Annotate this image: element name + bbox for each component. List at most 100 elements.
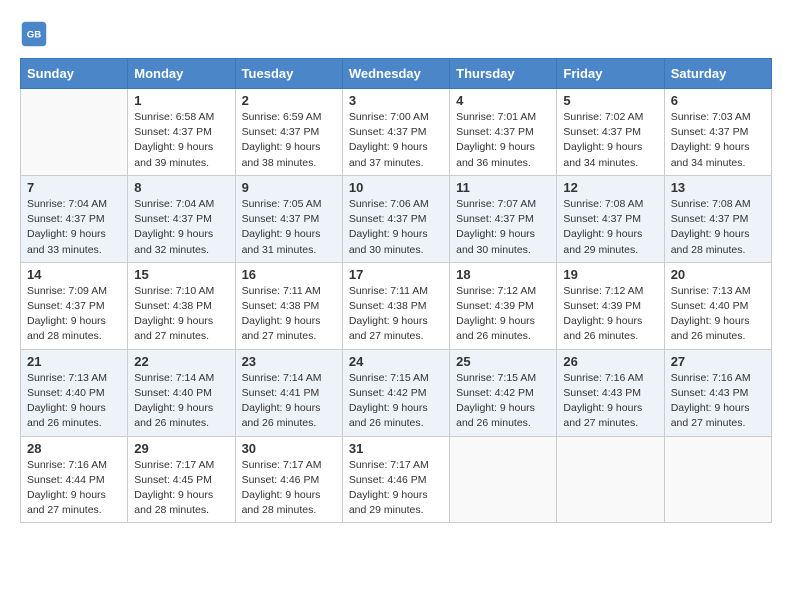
calendar-cell: 16 Sunrise: 7:11 AM Sunset: 4:38 PM Dayli…: [235, 262, 342, 349]
day-info: Sunrise: 7:13 AM Sunset: 4:40 PM Dayligh…: [27, 371, 121, 432]
day-number: 29: [134, 441, 228, 456]
day-info: Sunrise: 6:58 AM Sunset: 4:37 PM Dayligh…: [134, 110, 228, 171]
day-number: 2: [242, 93, 336, 108]
day-number: 16: [242, 267, 336, 282]
calendar-cell: 11 Sunrise: 7:07 AM Sunset: 4:37 PM Dayli…: [450, 175, 557, 262]
calendar-cell: 28Sunrise: 7:16 AM Sunset: 4:44 PM Dayli…: [21, 436, 128, 523]
day-info: Sunrise: 7:17 AM Sunset: 4:46 PM Dayligh…: [349, 458, 443, 519]
calendar-cell: 25Sunrise: 7:15 AM Sunset: 4:42 PM Dayli…: [450, 349, 557, 436]
day-number: 17: [349, 267, 443, 282]
day-number: 27: [671, 354, 765, 369]
logo-icon: GB: [20, 20, 48, 48]
day-number: 1: [134, 93, 228, 108]
calendar-cell: 30Sunrise: 7:17 AM Sunset: 4:46 PM Dayli…: [235, 436, 342, 523]
day-info: Sunrise: 6:59 AM Sunset: 4:37 PM Dayligh…: [242, 110, 336, 171]
logo: GB: [20, 20, 52, 48]
day-info: Sunrise: 7:15 AM Sunset: 4:42 PM Dayligh…: [349, 371, 443, 432]
calendar-cell: 12 Sunrise: 7:08 AM Sunset: 4:37 PM Dayli…: [557, 175, 664, 262]
calendar-cell: 17 Sunrise: 7:11 AM Sunset: 4:38 PM Dayli…: [342, 262, 449, 349]
calendar-cell: [450, 436, 557, 523]
calendar-cell: 21 Sunrise: 7:13 AM Sunset: 4:40 PM Dayli…: [21, 349, 128, 436]
calendar-cell: 13 Sunrise: 7:08 AM Sunset: 4:37 PM Dayli…: [664, 175, 771, 262]
day-info: Sunrise: 7:12 AM Sunset: 4:39 PM Dayligh…: [563, 284, 657, 345]
day-number: 13: [671, 180, 765, 195]
day-number: 19: [563, 267, 657, 282]
calendar-cell: 26 Sunrise: 7:16 AM Sunset: 4:43 PM Dayli…: [557, 349, 664, 436]
calendar-cell: 31 Sunrise: 7:17 AM Sunset: 4:46 PM Dayli…: [342, 436, 449, 523]
calendar-week-2: 7 Sunrise: 7:04 AM Sunset: 4:37 PM Daylig…: [21, 175, 772, 262]
calendar-week-3: 14Sunrise: 7:09 AM Sunset: 4:37 PM Dayli…: [21, 262, 772, 349]
calendar-cell: 15 Sunrise: 7:10 AM Sunset: 4:38 PM Dayli…: [128, 262, 235, 349]
calendar-week-4: 21 Sunrise: 7:13 AM Sunset: 4:40 PM Dayli…: [21, 349, 772, 436]
calendar-header-saturday: Saturday: [664, 59, 771, 89]
calendar-cell: 22Sunrise: 7:14 AM Sunset: 4:40 PM Dayli…: [128, 349, 235, 436]
day-info: Sunrise: 7:06 AM Sunset: 4:37 PM Dayligh…: [349, 197, 443, 258]
calendar-cell: 4 Sunrise: 7:01 AM Sunset: 4:37 PM Daylig…: [450, 89, 557, 176]
day-number: 7: [27, 180, 121, 195]
calendar-cell: 14Sunrise: 7:09 AM Sunset: 4:37 PM Dayli…: [21, 262, 128, 349]
page-header: GB: [20, 20, 772, 48]
day-info: Sunrise: 7:10 AM Sunset: 4:38 PM Dayligh…: [134, 284, 228, 345]
calendar-header-row: SundayMondayTuesdayWednesdayThursdayFrid…: [21, 59, 772, 89]
calendar-cell: 5Sunrise: 7:02 AM Sunset: 4:37 PM Daylig…: [557, 89, 664, 176]
day-number: 12: [563, 180, 657, 195]
day-number: 23: [242, 354, 336, 369]
calendar-header-sunday: Sunday: [21, 59, 128, 89]
day-info: Sunrise: 7:16 AM Sunset: 4:43 PM Dayligh…: [563, 371, 657, 432]
calendar-cell: 1 Sunrise: 6:58 AM Sunset: 4:37 PM Daylig…: [128, 89, 235, 176]
calendar-cell: 7 Sunrise: 7:04 AM Sunset: 4:37 PM Daylig…: [21, 175, 128, 262]
day-info: Sunrise: 7:17 AM Sunset: 4:45 PM Dayligh…: [134, 458, 228, 519]
day-info: Sunrise: 7:00 AM Sunset: 4:37 PM Dayligh…: [349, 110, 443, 171]
calendar-week-5: 28Sunrise: 7:16 AM Sunset: 4:44 PM Dayli…: [21, 436, 772, 523]
day-number: 5: [563, 93, 657, 108]
day-info: Sunrise: 7:12 AM Sunset: 4:39 PM Dayligh…: [456, 284, 550, 345]
calendar-header-monday: Monday: [128, 59, 235, 89]
day-number: 26: [563, 354, 657, 369]
day-info: Sunrise: 7:07 AM Sunset: 4:37 PM Dayligh…: [456, 197, 550, 258]
calendar-cell: [557, 436, 664, 523]
calendar-cell: 9 Sunrise: 7:05 AM Sunset: 4:37 PM Daylig…: [235, 175, 342, 262]
day-number: 30: [242, 441, 336, 456]
day-number: 8: [134, 180, 228, 195]
day-number: 11: [456, 180, 550, 195]
day-number: 22: [134, 354, 228, 369]
calendar-cell: 19 Sunrise: 7:12 AM Sunset: 4:39 PM Dayli…: [557, 262, 664, 349]
day-info: Sunrise: 7:16 AM Sunset: 4:43 PM Dayligh…: [671, 371, 765, 432]
day-info: Sunrise: 7:11 AM Sunset: 4:38 PM Dayligh…: [349, 284, 443, 345]
day-info: Sunrise: 7:03 AM Sunset: 4:37 PM Dayligh…: [671, 110, 765, 171]
day-info: Sunrise: 7:16 AM Sunset: 4:44 PM Dayligh…: [27, 458, 121, 519]
day-number: 4: [456, 93, 550, 108]
day-number: 24: [349, 354, 443, 369]
day-info: Sunrise: 7:15 AM Sunset: 4:42 PM Dayligh…: [456, 371, 550, 432]
day-info: Sunrise: 7:08 AM Sunset: 4:37 PM Dayligh…: [563, 197, 657, 258]
day-number: 15: [134, 267, 228, 282]
calendar-cell: 24 Sunrise: 7:15 AM Sunset: 4:42 PM Dayli…: [342, 349, 449, 436]
calendar-cell: [21, 89, 128, 176]
day-info: Sunrise: 7:13 AM Sunset: 4:40 PM Dayligh…: [671, 284, 765, 345]
day-info: Sunrise: 7:11 AM Sunset: 4:38 PM Dayligh…: [242, 284, 336, 345]
calendar-week-1: 1 Sunrise: 6:58 AM Sunset: 4:37 PM Daylig…: [21, 89, 772, 176]
calendar-header-tuesday: Tuesday: [235, 59, 342, 89]
calendar-cell: 3Sunrise: 7:00 AM Sunset: 4:37 PM Daylig…: [342, 89, 449, 176]
calendar-cell: 20Sunrise: 7:13 AM Sunset: 4:40 PM Dayli…: [664, 262, 771, 349]
calendar-cell: 2 Sunrise: 6:59 AM Sunset: 4:37 PM Daylig…: [235, 89, 342, 176]
day-number: 31: [349, 441, 443, 456]
day-number: 21: [27, 354, 121, 369]
calendar-cell: 29 Sunrise: 7:17 AM Sunset: 4:45 PM Dayli…: [128, 436, 235, 523]
calendar-table: SundayMondayTuesdayWednesdayThursdayFrid…: [20, 58, 772, 523]
calendar-cell: [664, 436, 771, 523]
day-info: Sunrise: 7:09 AM Sunset: 4:37 PM Dayligh…: [27, 284, 121, 345]
calendar-cell: 6Sunrise: 7:03 AM Sunset: 4:37 PM Daylig…: [664, 89, 771, 176]
calendar-header-wednesday: Wednesday: [342, 59, 449, 89]
day-info: Sunrise: 7:14 AM Sunset: 4:41 PM Dayligh…: [242, 371, 336, 432]
day-info: Sunrise: 7:08 AM Sunset: 4:37 PM Dayligh…: [671, 197, 765, 258]
day-number: 9: [242, 180, 336, 195]
calendar-cell: 10 Sunrise: 7:06 AM Sunset: 4:37 PM Dayli…: [342, 175, 449, 262]
day-info: Sunrise: 7:05 AM Sunset: 4:37 PM Dayligh…: [242, 197, 336, 258]
svg-text:GB: GB: [27, 30, 41, 41]
day-info: Sunrise: 7:01 AM Sunset: 4:37 PM Dayligh…: [456, 110, 550, 171]
day-info: Sunrise: 7:04 AM Sunset: 4:37 PM Dayligh…: [27, 197, 121, 258]
day-number: 10: [349, 180, 443, 195]
calendar-cell: 27 Sunrise: 7:16 AM Sunset: 4:43 PM Dayli…: [664, 349, 771, 436]
calendar-cell: 23 Sunrise: 7:14 AM Sunset: 4:41 PM Dayli…: [235, 349, 342, 436]
